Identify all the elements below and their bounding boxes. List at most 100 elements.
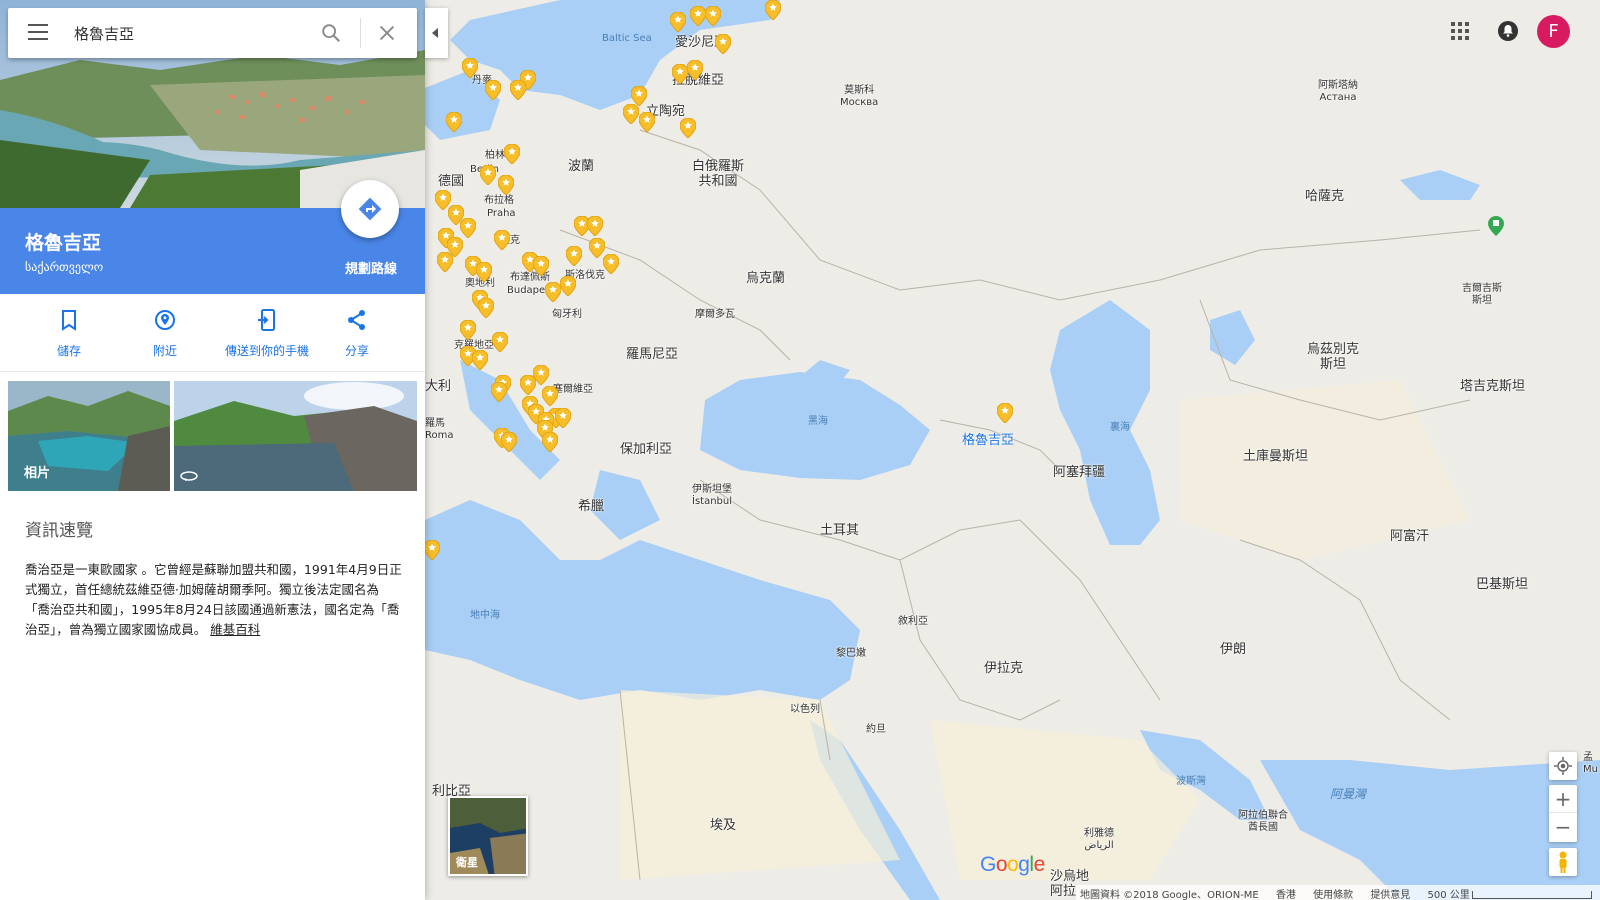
map-label-greece: 希臘 (578, 499, 605, 514)
saved-star-pin-icon[interactable] (555, 408, 571, 428)
terms-link[interactable]: 使用條款 (1313, 890, 1353, 900)
saved-star-pin-icon[interactable] (639, 112, 655, 132)
map-label-turkmenistan: 土庫曼斯坦 (1243, 449, 1309, 464)
map-label-lebanon: 黎巴嫩 (836, 648, 866, 659)
saved-star-pin-icon[interactable] (670, 12, 686, 32)
saved-star-pin-icon[interactable] (545, 282, 561, 302)
plan-route-link[interactable]: 規劃路線 (345, 258, 397, 277)
overview-heading: 資訊速覽 (25, 521, 93, 541)
map-label-georgia: 格魯吉亞 (962, 433, 1015, 448)
saved-star-pin-icon[interactable] (603, 254, 619, 274)
apps-grid-icon[interactable] (1451, 22, 1469, 40)
zoom-control: + − (1549, 785, 1577, 842)
directions-button[interactable] (341, 180, 399, 238)
saved-star-pin-icon[interactable] (437, 252, 453, 272)
saved-star-pin-icon[interactable] (494, 230, 510, 250)
saved-star-pin-icon[interactable] (424, 540, 440, 560)
wikipedia-link[interactable]: 維基百科 (210, 622, 260, 637)
saved-star-pin-icon[interactable] (510, 80, 526, 100)
save-label: 儲存 (56, 344, 81, 358)
saved-star-pin-icon[interactable] (765, 0, 781, 20)
saved-star-pin-icon[interactable] (504, 144, 520, 164)
saved-star-pin-icon[interactable] (472, 350, 488, 370)
satellite-label: 衛星 (456, 856, 478, 869)
collapse-panel-button[interactable] (425, 8, 448, 58)
google-logo: Google (980, 853, 1045, 876)
close-icon[interactable] (376, 22, 398, 44)
place-panel: 格魯吉亞 საქართველო 規劃路線 儲存 附近 傳送到你的手機 分享 (0, 0, 425, 900)
saved-star-pin-icon[interactable] (462, 58, 478, 78)
saved-star-pin-icon[interactable] (687, 60, 703, 80)
saved-star-pin-icon[interactable] (501, 432, 517, 452)
search-icon[interactable] (320, 22, 342, 44)
zoom-in-button[interactable]: + (1549, 785, 1577, 813)
map-label-syria: 敘利亞 (898, 616, 928, 627)
saved-star-pin-icon[interactable] (623, 104, 639, 124)
directions-icon (358, 197, 382, 221)
map-label-moscow: 莫斯科 Москва (840, 85, 879, 108)
feedback-link[interactable]: 提供意見 (1370, 890, 1410, 900)
saved-star-pin-icon[interactable] (705, 6, 721, 26)
map-label-caspian: 裏海 (1110, 422, 1130, 433)
my-location-button[interactable] (1549, 752, 1577, 780)
saved-star-pin-icon[interactable] (542, 432, 558, 452)
overview-description: 喬治亞是一東歐國家 。它曾經是蘇聯加盟共和國，1991年4月9日正式獨立，首任總… (25, 560, 403, 640)
map-label-mu: 孟 Mu (1583, 752, 1598, 775)
green-place-pin-icon[interactable] (1488, 216, 1504, 236)
saved-star-pin-icon[interactable] (460, 218, 476, 238)
map-label-serbia: 塞爾維亞 (553, 384, 593, 395)
saved-star-pin-icon[interactable] (480, 165, 496, 185)
map-label-belarus: 白俄羅斯 共和國 (692, 159, 745, 189)
saved-star-pin-icon[interactable] (491, 382, 507, 402)
map-label-baltic-sea: Baltic Sea (602, 33, 652, 44)
notifications-bell-icon[interactable] (1497, 20, 1519, 42)
saved-star-pin-icon[interactable] (690, 6, 706, 26)
map-label-afghanistan: 阿富汗 (1390, 529, 1430, 544)
photos-thumbnail[interactable]: 相片 (8, 381, 170, 491)
saved-star-pin-icon[interactable] (715, 34, 731, 54)
map-label-persian-gulf: 波斯灣 (1176, 776, 1206, 787)
map-label-rome: 羅馬 Roma (425, 418, 454, 441)
georgia-saved-pin-icon[interactable] (997, 403, 1013, 423)
send-to-phone-icon (258, 309, 275, 331)
saved-star-pin-icon[interactable] (476, 262, 492, 282)
map-label-turkey: 土耳其 (820, 523, 860, 538)
panorama-360-icon (180, 471, 198, 481)
photos-label: 相片 (24, 466, 51, 481)
saved-star-pin-icon[interactable] (446, 112, 462, 132)
map-label-mediterranean: 地中海 (470, 610, 500, 621)
saved-star-pin-icon[interactable] (485, 80, 501, 100)
saved-star-pin-icon[interactable] (460, 320, 476, 340)
saved-star-pin-icon[interactable] (542, 386, 558, 406)
saved-star-pin-icon[interactable] (631, 86, 647, 106)
street-view-pegman[interactable] (1549, 848, 1577, 876)
account-avatar[interactable]: F (1537, 15, 1570, 48)
nearby-label: 附近 (152, 344, 177, 358)
zoom-out-button[interactable]: − (1549, 813, 1577, 841)
saved-star-pin-icon[interactable] (680, 118, 696, 138)
saved-star-pin-icon[interactable] (498, 175, 514, 195)
map-label-black-sea: 黑海 (808, 416, 828, 427)
save-button[interactable]: 儲存 (14, 308, 124, 359)
map-label-hungary: 匈牙利 (552, 309, 582, 320)
region-link[interactable]: 香港 (1276, 890, 1296, 900)
search-input[interactable] (74, 22, 294, 44)
map-label-iran: 伊朗 (1220, 642, 1247, 657)
menu-icon[interactable] (28, 24, 48, 42)
photo-strip: 相片 (8, 381, 417, 491)
saved-star-pin-icon[interactable] (533, 256, 549, 276)
share-button[interactable]: 分享 (302, 308, 412, 359)
saved-star-pin-icon[interactable] (492, 332, 508, 352)
satellite-layer-toggle[interactable]: 衛星 (448, 796, 528, 876)
saved-star-pin-icon[interactable] (672, 64, 688, 84)
panorama-thumbnail[interactable] (174, 381, 417, 491)
saved-star-pin-icon[interactable] (587, 216, 603, 236)
saved-star-pin-icon[interactable] (520, 375, 536, 395)
saved-star-pin-icon[interactable] (478, 298, 494, 318)
saved-star-pin-icon[interactable] (560, 276, 576, 296)
map-label-italy: 大利 (425, 379, 452, 394)
map-label-bulgaria: 保加利亞 (620, 442, 673, 457)
saved-star-pin-icon[interactable] (566, 246, 582, 266)
map-label-azerbaijan: 阿塞拜疆 (1053, 465, 1106, 480)
nearby-button[interactable]: 附近 (110, 308, 220, 359)
